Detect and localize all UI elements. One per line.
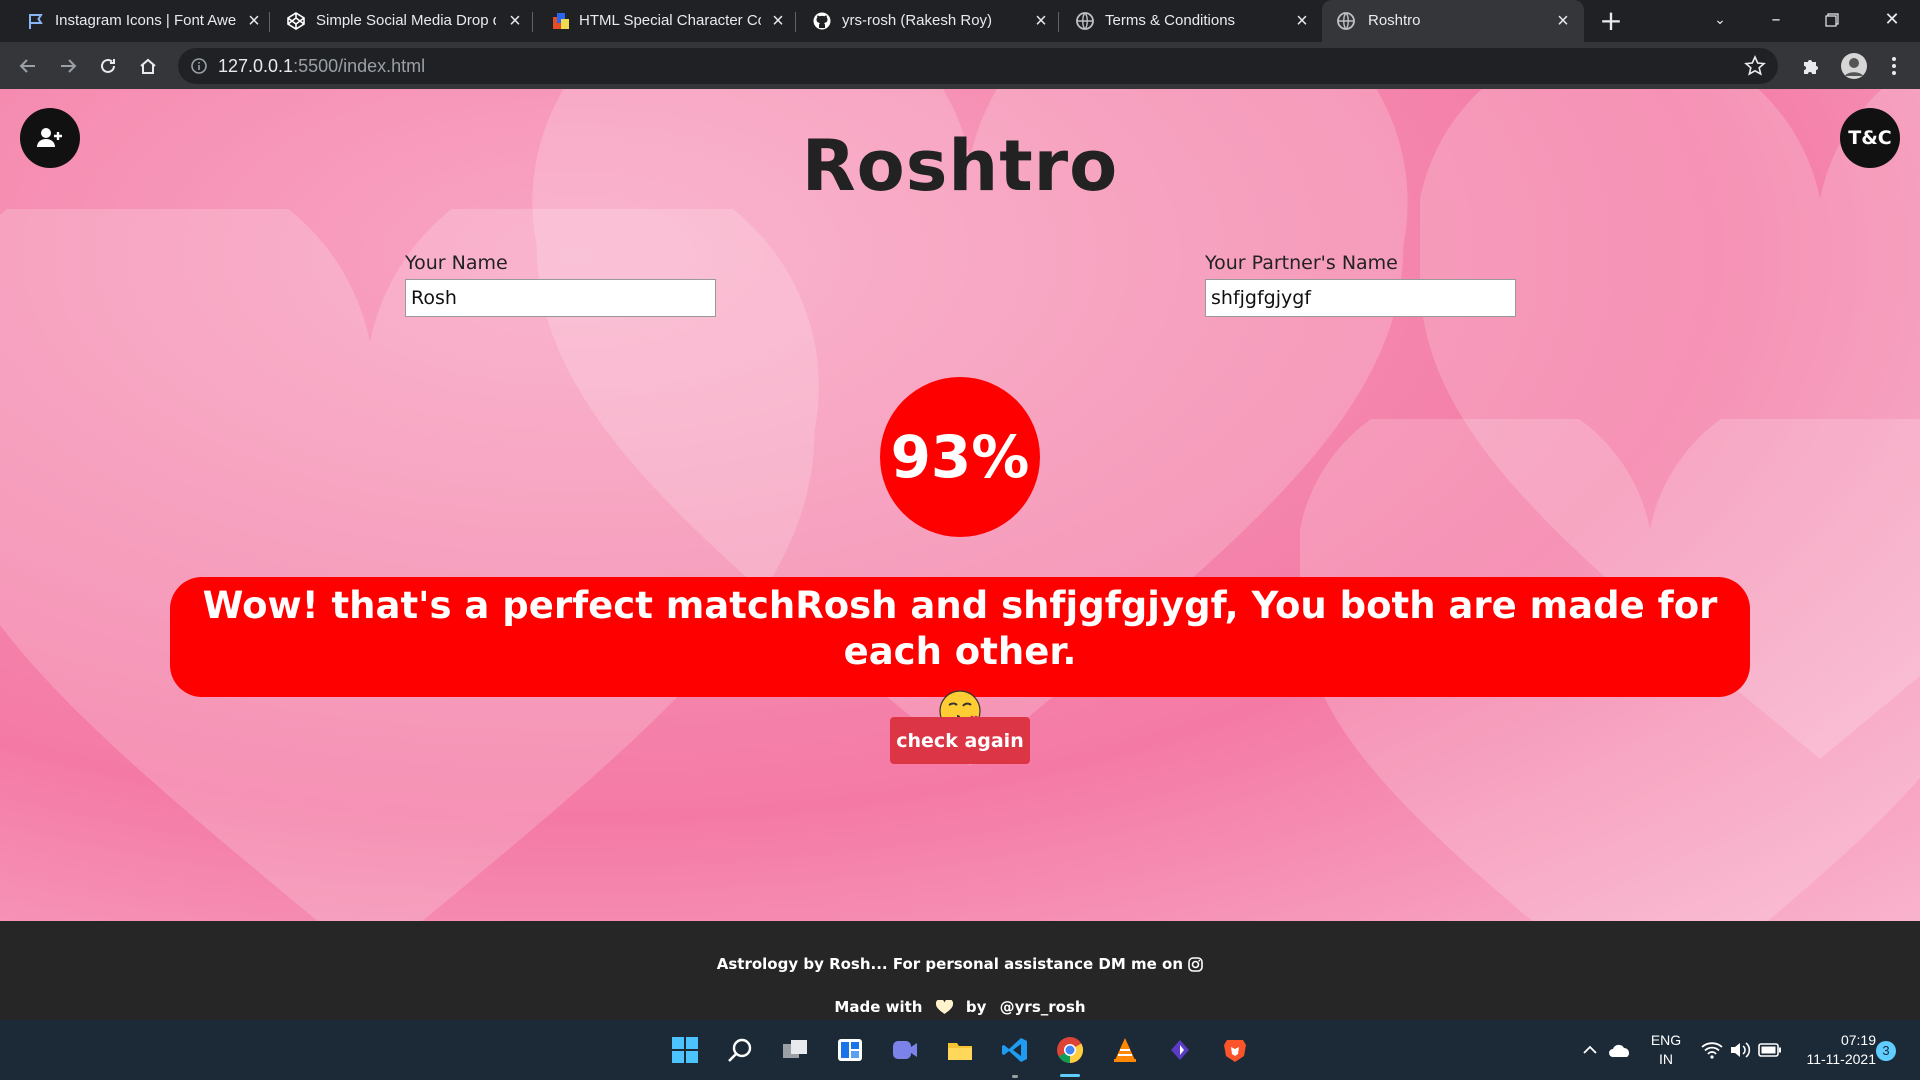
page-viewport: T&C Roshtro Your Name Your Partner's Nam…	[0, 89, 1920, 921]
globe-icon	[1336, 11, 1356, 31]
close-tab-icon[interactable]: ×	[766, 9, 790, 33]
footer-line-1: Astrology by Rosh... For personal assist…	[0, 955, 1920, 973]
tab-search-chevron-icon[interactable]: ⌄	[1692, 0, 1748, 42]
info-icon[interactable]	[190, 57, 208, 75]
clock-time: 07:19	[1840, 1032, 1876, 1048]
volume-icon[interactable]	[1724, 1034, 1756, 1066]
match-percentage-badge: 93%	[880, 377, 1040, 537]
browser-toolbar: 127.0.0.1:5500/index.html	[0, 42, 1920, 89]
bookmark-star-icon[interactable]	[1744, 55, 1766, 77]
codepen-icon	[286, 11, 306, 31]
tab-title: Roshtro	[1368, 12, 1421, 29]
browser-tab[interactable]: HTML Special Character Co ×	[533, 0, 796, 42]
file-explorer-icon[interactable]	[944, 1034, 976, 1066]
restore-button[interactable]	[1804, 0, 1860, 42]
battery-icon[interactable]	[1754, 1034, 1786, 1066]
browser-tab-strip: Instagram Icons | Font Awe × Simple Soci…	[0, 0, 1920, 42]
instagram-handle-link[interactable]: @yrs_rosh	[1000, 998, 1086, 1016]
extensions-puzzle-icon[interactable]	[1795, 50, 1827, 82]
globe-icon	[1075, 11, 1095, 31]
brave-icon[interactable]	[1219, 1034, 1251, 1066]
close-tab-icon[interactable]: ×	[242, 9, 266, 33]
tab-title: Simple Social Media Drop d	[316, 12, 496, 29]
check-again-button[interactable]: check again	[890, 717, 1030, 764]
windows-start-icon[interactable]	[669, 1034, 701, 1066]
onedrive-cloud-icon[interactable]	[1604, 1034, 1636, 1066]
partner-name-label: Your Partner's Name	[1205, 252, 1398, 274]
result-text: Wow! that's a perfect matchRosh and shfj…	[202, 584, 1718, 673]
tab-title: yrs-rosh (Rakesh Roy)	[842, 12, 993, 29]
language-code: ENG	[1650, 1032, 1682, 1048]
back-button[interactable]	[12, 50, 44, 82]
tab-title: Terms & Conditions	[1105, 12, 1236, 29]
by-text: by	[965, 998, 987, 1016]
close-tab-icon[interactable]: ×	[503, 9, 527, 33]
address-bar[interactable]: 127.0.0.1:5500/index.html	[178, 48, 1778, 84]
made-with-text: Made with	[834, 998, 923, 1016]
show-hidden-icons-chevron-icon[interactable]	[1574, 1034, 1606, 1066]
footer-text: Astrology by Rosh... For personal assist…	[716, 955, 1184, 973]
url-host: 127.0.0.1	[218, 56, 294, 76]
minimize-button[interactable]: –	[1748, 0, 1804, 42]
html-icon	[551, 11, 571, 31]
partner-name-input[interactable]	[1205, 279, 1516, 317]
result-message: Wow! that's a perfect matchRosh and shfj…	[170, 577, 1750, 732]
notification-count-badge[interactable]: 3	[1876, 1041, 1896, 1061]
clock[interactable]: 07:19 11-11-2021	[1796, 1031, 1876, 1069]
running-indicator	[1012, 1075, 1018, 1078]
close-window-button[interactable]: ✕	[1864, 0, 1920, 42]
chrome-icon[interactable]	[1054, 1034, 1086, 1066]
close-tab-icon[interactable]: ×	[1551, 9, 1575, 33]
app-diamond-icon[interactable]	[1164, 1034, 1196, 1066]
reload-button[interactable]	[92, 50, 124, 82]
url-path: :5500/index.html	[293, 56, 426, 76]
browser-tab-active[interactable]: Roshtro ×	[1322, 0, 1584, 42]
heart-icon	[935, 999, 953, 1014]
forward-button[interactable]	[52, 50, 84, 82]
flag-icon	[26, 11, 46, 31]
widgets-icon[interactable]	[834, 1034, 866, 1066]
github-icon	[812, 11, 832, 31]
windows-taskbar: ENG IN 07:19 11-11-2021 3	[0, 1020, 1920, 1080]
vscode-icon[interactable]	[999, 1034, 1031, 1066]
browser-tab[interactable]: Terms & Conditions ×	[1059, 0, 1320, 42]
browser-tab[interactable]: Simple Social Media Drop d ×	[270, 0, 533, 42]
page-footer: Astrology by Rosh... For personal assist…	[0, 921, 1920, 1020]
footer-line-2: Made with by @yrs_rosh	[0, 998, 1920, 1016]
profile-avatar[interactable]	[1838, 50, 1870, 82]
clock-date: 11-11-2021	[1806, 1051, 1876, 1067]
home-button[interactable]	[132, 50, 164, 82]
browser-tab[interactable]: yrs-rosh (Rakesh Roy) ×	[796, 0, 1059, 42]
language-indicator[interactable]: ENG IN	[1648, 1031, 1684, 1069]
instagram-icon[interactable]	[1188, 957, 1204, 972]
teams-chat-icon[interactable]	[889, 1034, 921, 1066]
close-tab-icon[interactable]: ×	[1029, 9, 1053, 33]
tab-title: HTML Special Character Co	[579, 12, 761, 29]
active-app-indicator	[1060, 1074, 1080, 1077]
task-view-icon[interactable]	[779, 1034, 811, 1066]
tab-title: Instagram Icons | Font Awe	[55, 12, 237, 29]
more-menu-icon[interactable]	[1878, 50, 1910, 82]
site-title: Roshtro	[801, 125, 1119, 207]
vlc-icon[interactable]	[1109, 1034, 1141, 1066]
search-icon[interactable]	[724, 1034, 756, 1066]
browser-tab[interactable]: Instagram Icons | Font Awe ×	[0, 0, 270, 42]
region-code: IN	[1659, 1051, 1673, 1067]
new-tab-button[interactable]: +	[1596, 6, 1626, 36]
close-tab-icon[interactable]: ×	[1290, 9, 1314, 33]
your-name-label: Your Name	[405, 252, 508, 274]
notification-count: 3	[1882, 1043, 1890, 1058]
url-text: 127.0.0.1:5500/index.html	[218, 56, 425, 77]
your-name-input[interactable]	[405, 279, 716, 317]
